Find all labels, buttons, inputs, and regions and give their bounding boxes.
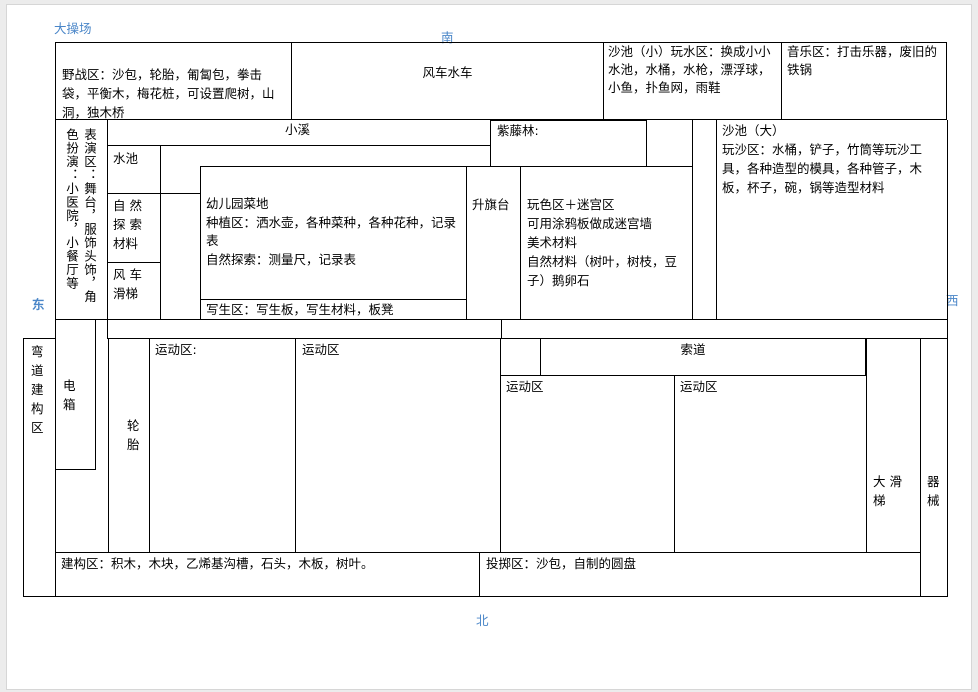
zone-flag-platform: 升旗台 (472, 197, 510, 212)
label-big-playground: 大操场 (54, 21, 92, 36)
zone-sketch: 写生区：写生板，写生材料，板凳 (206, 302, 394, 317)
zone-electric-box: 电箱 (63, 378, 76, 412)
zone-performance: 表演区：舞台，服饰头饰，角色扮演：小医院，小餐厅等 (64, 128, 97, 304)
label-north: 北 (476, 613, 489, 628)
zone-color-maze: 玩色区＋迷宫区 可用涂鸦板做成迷宫墙 美术材料 自然材料（树叶，树枝，豆子）鹅卵… (527, 197, 678, 288)
zone-stream: 小溪 (284, 122, 310, 137)
zone-sport-1: 运动区: (155, 342, 197, 357)
zone-equipment-frame (920, 338, 948, 597)
zone-sport-3: 运动区 (506, 379, 544, 394)
zone-wisteria: 紫藤林: (497, 123, 539, 138)
zone-nature-explore: 自 然 探 索 材料 (113, 198, 142, 251)
zone-music: 音乐区：打击乐器，废旧的铁锅 (787, 44, 938, 77)
zone-big-slide: 大 滑 梯 (873, 474, 902, 508)
zone-throwing: 投掷区：沙包，自制的圆盘 (486, 556, 637, 571)
zone-construction: 建构区：积木，木块，乙烯基沟槽，石头，木板，树叶。 (61, 556, 374, 571)
zone-pond: 水池 (113, 151, 139, 166)
zone-curve-build: 弯道建构区 (31, 344, 44, 435)
zone-wind-slide: 风 车 滑梯 (113, 267, 142, 301)
zone-field-area: 野战区：沙包，轮胎，匍匐包，拳击袋，平衡木，梅花桩，可设置爬树，山洞，独木桥 (62, 67, 275, 120)
zone-tires: 轮胎 (127, 418, 140, 452)
zone-equipment: 器械 (927, 474, 940, 508)
path-strip-left (107, 319, 502, 339)
zone-vegetable-garden: 幼儿园菜地 种植区：洒水壶，各种菜种，各种花种，记录表 自然探索：测量尺，记录表 (206, 196, 457, 267)
label-east: 东 (32, 297, 45, 312)
zone-sand-small: 沙池（小）玩水区：换成小小水池，水桶，水枪，漂浮球，小鱼，扑鱼网，雨鞋 (608, 44, 771, 95)
zone-sport-4: 运动区 (680, 379, 718, 394)
zone-sand-big: 沙池（大） 玩沙区：水桶，铲子，竹筒等玩沙工具，各种造型的模具，各种管子，木板，… (722, 123, 923, 195)
zone-cableway: 索道 (680, 342, 706, 357)
zone-windmill-car: 风车水车 (422, 65, 473, 80)
zone-sport-2: 运动区 (302, 342, 340, 357)
